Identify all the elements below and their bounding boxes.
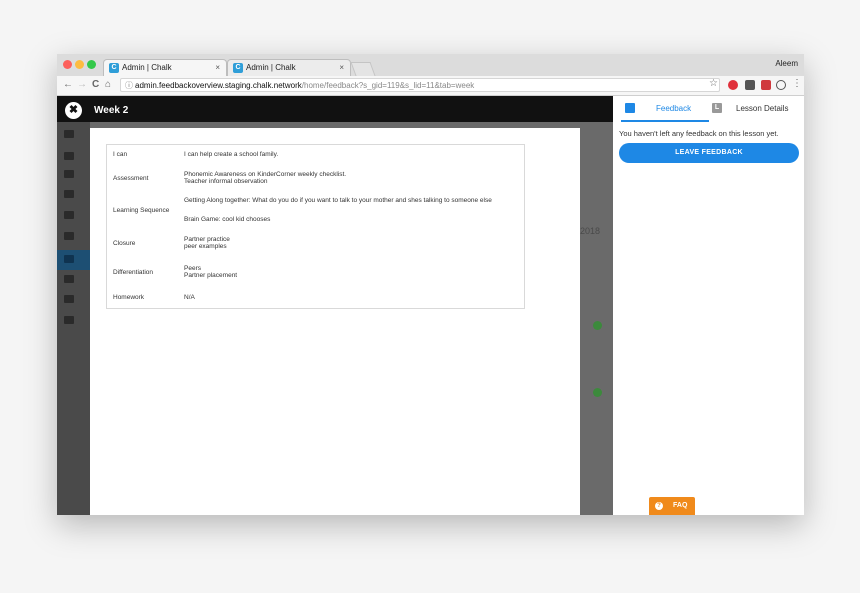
lesson-row-label: Differentiation xyxy=(113,268,153,276)
lesson-row-label: Closure xyxy=(113,239,136,247)
lesson-row-label: I can xyxy=(113,151,128,158)
lesson-row-value: N/A xyxy=(184,293,195,301)
lesson-row-value: Brain Game: cool kid chooses xyxy=(184,216,271,223)
lesson-row-values: Phonemic Awareness on KinderCorner weekl… xyxy=(184,171,518,185)
lesson-row-learning-sequence: Learning Sequence Getting Along together… xyxy=(107,192,524,228)
sidebar-icon xyxy=(64,255,74,263)
help-icon: ? xyxy=(655,502,663,510)
lesson-row-value: I can help create a school family. xyxy=(184,151,279,158)
lesson-row-value: Getting Along together: What do you do i… xyxy=(184,197,492,204)
pocket-icon[interactable] xyxy=(745,80,755,90)
check-circle-icon xyxy=(593,388,602,397)
sidebar-icon xyxy=(64,295,74,303)
lesson-details-table: I can I can help create a school family.… xyxy=(106,144,525,309)
sidebar-icon xyxy=(64,190,74,198)
maximize-window-button[interactable] xyxy=(87,60,96,69)
lesson-row-homework: Homework N/A xyxy=(107,286,524,308)
minimize-window-button[interactable] xyxy=(75,60,84,69)
leave-feedback-button[interactable]: LEAVE FEEDBACK xyxy=(619,143,799,163)
lesson-row-value: Partner placement xyxy=(184,272,238,279)
lesson-row-value: Peers xyxy=(184,265,201,272)
chalk-favicon-icon: C xyxy=(233,63,243,73)
lesson-row-differentiation: Differentiation Peers Partner placement xyxy=(107,258,524,286)
url-field[interactable]: ⓘ admin.feedbackoverview.staging.chalk.n… xyxy=(120,78,720,92)
browser-tab-2[interactable]: C Admin | Chalk × xyxy=(227,59,351,76)
tab-feedback[interactable]: Feedback xyxy=(656,104,691,113)
browser-tab-1[interactable]: C Admin | Chalk × xyxy=(103,59,227,76)
sidebar-icon xyxy=(64,130,74,138)
tab-title: Admin | Chalk xyxy=(122,63,172,72)
lesson-row-assessment: Assessment Phonemic Awareness on KinderC… xyxy=(107,164,524,192)
chalk-favicon-icon: C xyxy=(109,63,119,73)
dimmed-year-label: 2018 xyxy=(580,226,601,236)
tab-title: Admin | Chalk xyxy=(246,63,296,72)
close-window-button[interactable] xyxy=(63,60,72,69)
modal-header: ✖ Week 2 xyxy=(57,96,613,122)
page-title: Week 2 xyxy=(94,105,129,116)
active-tab-indicator xyxy=(621,120,709,122)
tab-close-icon[interactable]: × xyxy=(215,60,220,76)
browser-window: C Admin | Chalk × C Admin | Chalk × Alee… xyxy=(57,54,804,515)
lesson-row-values: Partner practice peer examples xyxy=(184,236,518,250)
new-tab-button[interactable] xyxy=(350,62,376,76)
sidebar-icon xyxy=(64,170,74,178)
faq-button[interactable]: ? FAQ xyxy=(649,497,695,515)
dimmed-sidebar xyxy=(57,122,90,515)
sidebar-icon xyxy=(64,275,74,283)
lesson-row-label: Assessment xyxy=(113,174,149,182)
tab-strip: C Admin | Chalk × C Admin | Chalk × Alee… xyxy=(57,54,804,76)
profile-name[interactable]: Aleem xyxy=(775,59,798,68)
feedback-panel: Feedback L Lesson Details You haven't le… xyxy=(613,96,804,515)
chrome-menu-icon[interactable]: ⋮ xyxy=(792,78,802,89)
lesson-icon: L xyxy=(712,103,722,113)
tab-close-icon[interactable]: × xyxy=(339,60,344,76)
lesson-row-label: Learning Sequence xyxy=(113,206,170,214)
lesson-modal: I can I can help create a school family.… xyxy=(90,128,580,515)
no-feedback-message: You haven't left any feedback on this le… xyxy=(619,129,779,138)
back-arrow-icon[interactable]: ← xyxy=(63,79,73,90)
faq-label: FAQ xyxy=(673,502,688,509)
reload-icon[interactable]: C xyxy=(92,79,99,90)
info-icon[interactable]: ⓘ xyxy=(125,79,133,93)
bookmark-star-icon[interactable]: ☆ xyxy=(709,78,718,89)
sidebar-icon xyxy=(64,152,74,160)
lesson-row-value: Partner practice xyxy=(184,236,230,243)
lesson-row-value: Teacher informal observation xyxy=(184,178,268,185)
panel-tabs: Feedback L Lesson Details xyxy=(613,96,804,122)
address-bar: ← → C ⌂ ⓘ admin.feedbackoverview.staging… xyxy=(57,76,804,96)
home-icon[interactable]: ⌂ xyxy=(105,79,111,90)
url-host: admin.feedbackoverview.staging.chalk.net… xyxy=(135,81,302,90)
lesson-row-value: Phonemic Awareness on KinderCorner weekl… xyxy=(184,171,347,178)
extension-info-icon[interactable] xyxy=(776,80,786,90)
lesson-row-values: Getting Along together: What do you do i… xyxy=(184,197,518,223)
extension-gmail-icon[interactable] xyxy=(761,80,771,90)
url-path: /home/feedback?s_gid=119&s_lid=11&tab=we… xyxy=(301,81,475,90)
tab-lesson-details[interactable]: Lesson Details xyxy=(736,104,788,113)
lesson-row-closure: Closure Partner practice peer examples xyxy=(107,228,524,258)
lesson-row-value: peer examples xyxy=(184,243,227,250)
forward-arrow-icon[interactable]: → xyxy=(77,79,87,90)
comment-icon xyxy=(625,103,635,113)
page-content: 2018 ✖ Week 2 I can I can help create a … xyxy=(57,96,804,515)
lesson-row-i-can: I can I can help create a school family. xyxy=(107,145,524,164)
check-circle-icon xyxy=(593,321,602,330)
settings-gear-icon xyxy=(64,316,74,324)
sidebar-icon xyxy=(64,232,74,240)
lesson-row-values: Peers Partner placement xyxy=(184,265,518,279)
lesson-row-label: Homework xyxy=(113,293,145,301)
close-modal-icon[interactable]: ✖ xyxy=(65,102,82,119)
sidebar-icon xyxy=(64,211,74,219)
extension-red-icon[interactable] xyxy=(728,80,738,90)
